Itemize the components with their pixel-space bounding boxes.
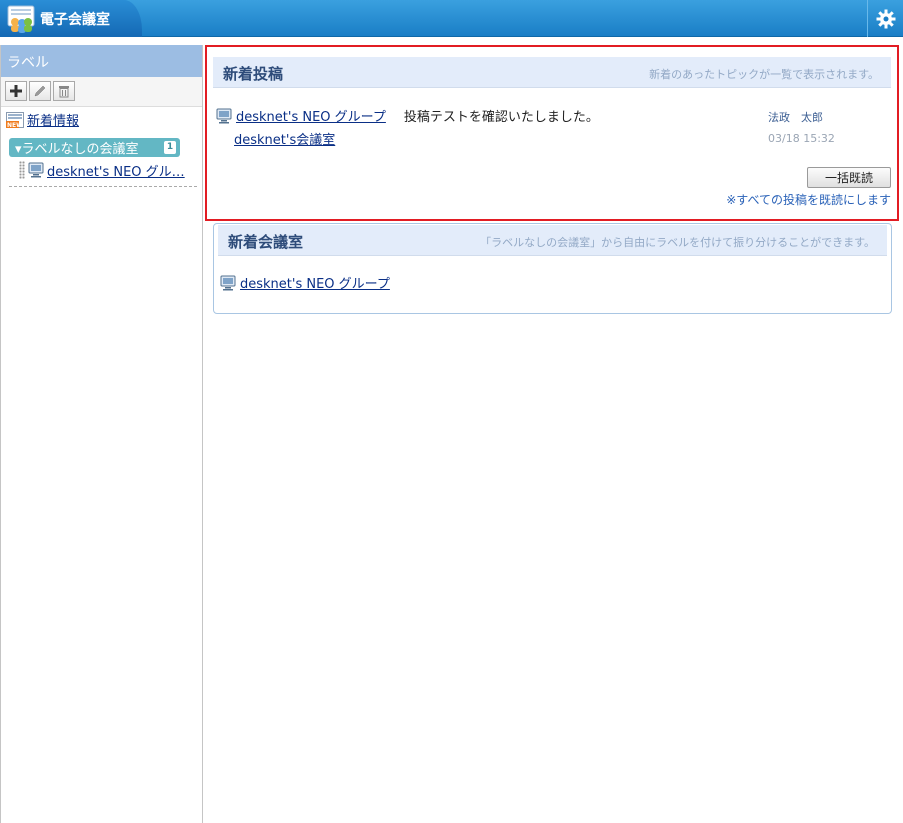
trash-icon [59,86,69,98]
app-header: 電子会議室 [0,0,903,37]
app-title-tab[interactable]: 電子会議室 [0,0,142,37]
gear-icon [876,9,895,28]
sidebar-divider [9,186,197,187]
post-room-link[interactable]: desknet's会議室 [234,129,335,148]
tree-connector [19,161,25,179]
room-link[interactable]: desknet's NEO グループ [240,273,390,292]
meeting-people-icon [7,5,35,33]
label-group-name: ▾ラベルなしの会議室 [15,142,139,157]
label-sidebar: ラベル NEW 新着情報 ▾ラベルなしの会議室 1 desknet's NEO … [0,45,203,823]
computer-icon [220,275,236,290]
new-rooms-panel: 新着会議室 「ラベルなしの会議室」から自由にラベルを付けて振り分けることができま… [213,223,892,314]
news-link[interactable]: 新着情報 [27,110,79,129]
new-rooms-title: 新着会議室 [228,233,304,251]
new-rooms-header: 新着会議室 「ラベルなしの会議室」から自由にラベルを付けて振り分けることができま… [218,225,887,256]
add-label-button[interactable] [5,81,27,101]
tree-item-room[interactable]: desknet's NEO グル… [19,160,199,180]
new-posts-panel: 新着投稿 新着のあったトピックが一覧で表示されます。 desknet's NEO… [205,45,899,221]
app-title: 電子会議室 [40,12,110,28]
room-item[interactable]: desknet's NEO グループ [220,273,390,292]
delete-label-button[interactable] [53,81,75,101]
new-rooms-description: 「ラベルなしの会議室」から自由にラベルを付けて振り分けることができます。 [480,236,875,249]
computer-icon [28,162,44,178]
settings-button[interactable] [867,0,903,37]
svg-text:NEW: NEW [7,122,23,128]
post-item: desknet's NEO グループ 投稿テストを確認いたしました。 [216,106,599,125]
add-icon [10,85,22,97]
post-group-link[interactable]: desknet's NEO グループ [236,106,386,125]
new-posts-title: 新着投稿 [223,65,284,83]
new-posts-description: 新着のあったトピックが一覧で表示されます。 [649,68,879,81]
sidebar-toolbar [1,77,202,107]
bulk-read-button[interactable]: 一括既読 [807,167,891,188]
edit-label-button[interactable] [29,81,51,101]
computer-icon [216,108,232,123]
pencil-icon [34,85,46,97]
news-link-row[interactable]: NEW 新着情報 [6,110,79,129]
label-count-badge: 1 [164,141,176,154]
label-group-unlabeled[interactable]: ▾ラベルなしの会議室 1 [9,138,180,157]
mark-all-read-link[interactable]: ※すべての投稿を既読にします [726,191,891,208]
post-author[interactable]: 法政 太郎 [768,109,823,125]
new-posts-header: 新着投稿 新着のあったトピックが一覧で表示されます。 [213,57,891,88]
post-message[interactable]: 投稿テストを確認いたしました。 [404,106,599,125]
sidebar-heading: ラベル [1,45,202,77]
tree-item-label[interactable]: desknet's NEO グル… [47,161,185,180]
post-timestamp: 03/18 15:32 [768,132,835,145]
new-info-icon: NEW [6,111,24,128]
